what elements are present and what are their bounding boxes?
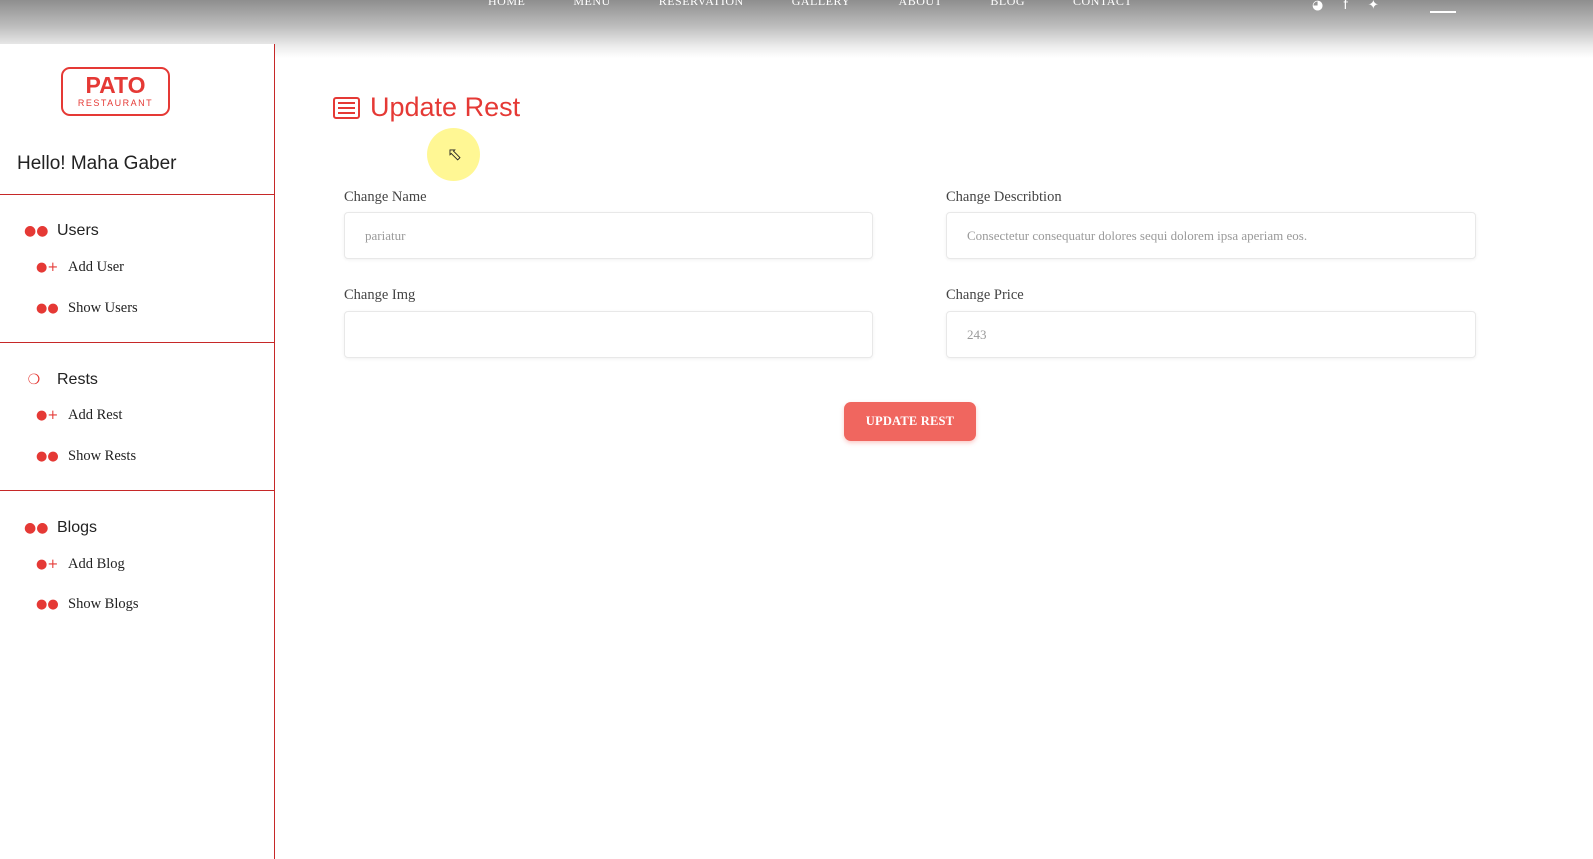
users-icon: ●● [24,520,49,536]
nav-reservation[interactable]: RESERVATION [659,0,744,9]
nav-blog[interactable]: BLOG [990,0,1025,9]
sidebar-item-label: Show Users [68,300,138,316]
sidebar-divider [0,342,274,343]
page-title-text: Update Rest [370,92,521,122]
img-input[interactable] [344,311,873,358]
user-plus-icon: ●+ [36,408,59,423]
users-icon: ●● [36,301,59,316]
users-icon: ●● [36,597,59,612]
name-input[interactable]: pariatur [344,212,873,259]
sidebar-item-label: Show Blogs [68,596,139,612]
sidebar-item-show-blogs[interactable]: ●● Show Blogs [36,596,139,613]
twitter-icon[interactable]: ✦ [1368,0,1379,13]
sidebar-section-rests: ❍ Rests [24,371,98,389]
sidebar-item-show-users[interactable]: ●● Show Users [36,300,138,317]
price-label: Change Price [946,287,1024,303]
nav-menu[interactable]: MENU [573,0,610,9]
sidebar-item-add-blog[interactable]: ●+ Add Blog [36,556,125,573]
tripadvisor-icon[interactable]: ◕ [1312,0,1323,13]
sidebar-section-label: Users [57,222,99,239]
sidebar-section-users: ●● Users [24,222,99,240]
user-plus-icon: ●+ [36,557,59,572]
sidebar-item-label: Add Blog [68,556,125,572]
hamburger-menu-icon[interactable] [1430,2,1456,13]
sidebar-section-blogs: ●● Blogs [24,519,97,537]
mouse-cursor-icon: ⬁ [447,144,463,165]
sidebar-item-label: Add Rest [68,407,123,423]
sidebar-item-label: Add User [68,259,124,275]
greeting: Hello! Maha Gaber [17,153,177,174]
social-icons: ◕ f ✦ [1312,0,1399,13]
update-rest-button[interactable]: UPDATE REST [844,402,976,441]
page-title: Update Rest [333,92,520,123]
sidebar-item-add-user[interactable]: ●+ Add User [36,259,124,276]
name-label: Change Name [344,189,427,205]
nav-home[interactable]: HOME [488,0,525,9]
price-input[interactable]: 243 [946,311,1476,358]
restaurant-icon: ❍ [27,372,41,388]
sidebar-section-label: Blogs [57,519,98,536]
description-input[interactable]: Consectetur consequatur dolores sequi do… [946,212,1476,259]
user-plus-icon: ●+ [36,260,59,275]
logo[interactable]: PATO RESTAURANT [61,67,170,116]
facebook-icon[interactable]: f [1343,0,1348,13]
logo-text: PATO [85,72,146,98]
sidebar: PATO RESTAURANT Hello! Maha Gaber ●● Use… [0,44,275,859]
sidebar-item-add-rest[interactable]: ●+ Add Rest [36,407,122,424]
list-alt-icon [333,96,360,119]
sidebar-divider [0,490,274,491]
nav-about[interactable]: ABOUT [899,0,943,9]
users-icon: ●● [24,223,49,239]
nav-contact[interactable]: CONTACT [1073,0,1132,9]
sidebar-item-show-rests[interactable]: ●● Show Rests [36,448,136,465]
sidebar-item-label: Show Rests [68,448,137,464]
logo-subtext: RESTAURANT [77,98,154,108]
nav-gallery[interactable]: GALLERY [792,0,851,9]
sidebar-section-label: Rests [57,371,98,388]
sidebar-divider [0,194,274,195]
img-label: Change Img [344,287,416,303]
users-icon: ●● [36,449,59,464]
top-nav-menu: HOME MENU RESERVATION GALLERY ABOUT BLOG… [488,0,1180,9]
description-label: Change Describtion [946,189,1062,205]
